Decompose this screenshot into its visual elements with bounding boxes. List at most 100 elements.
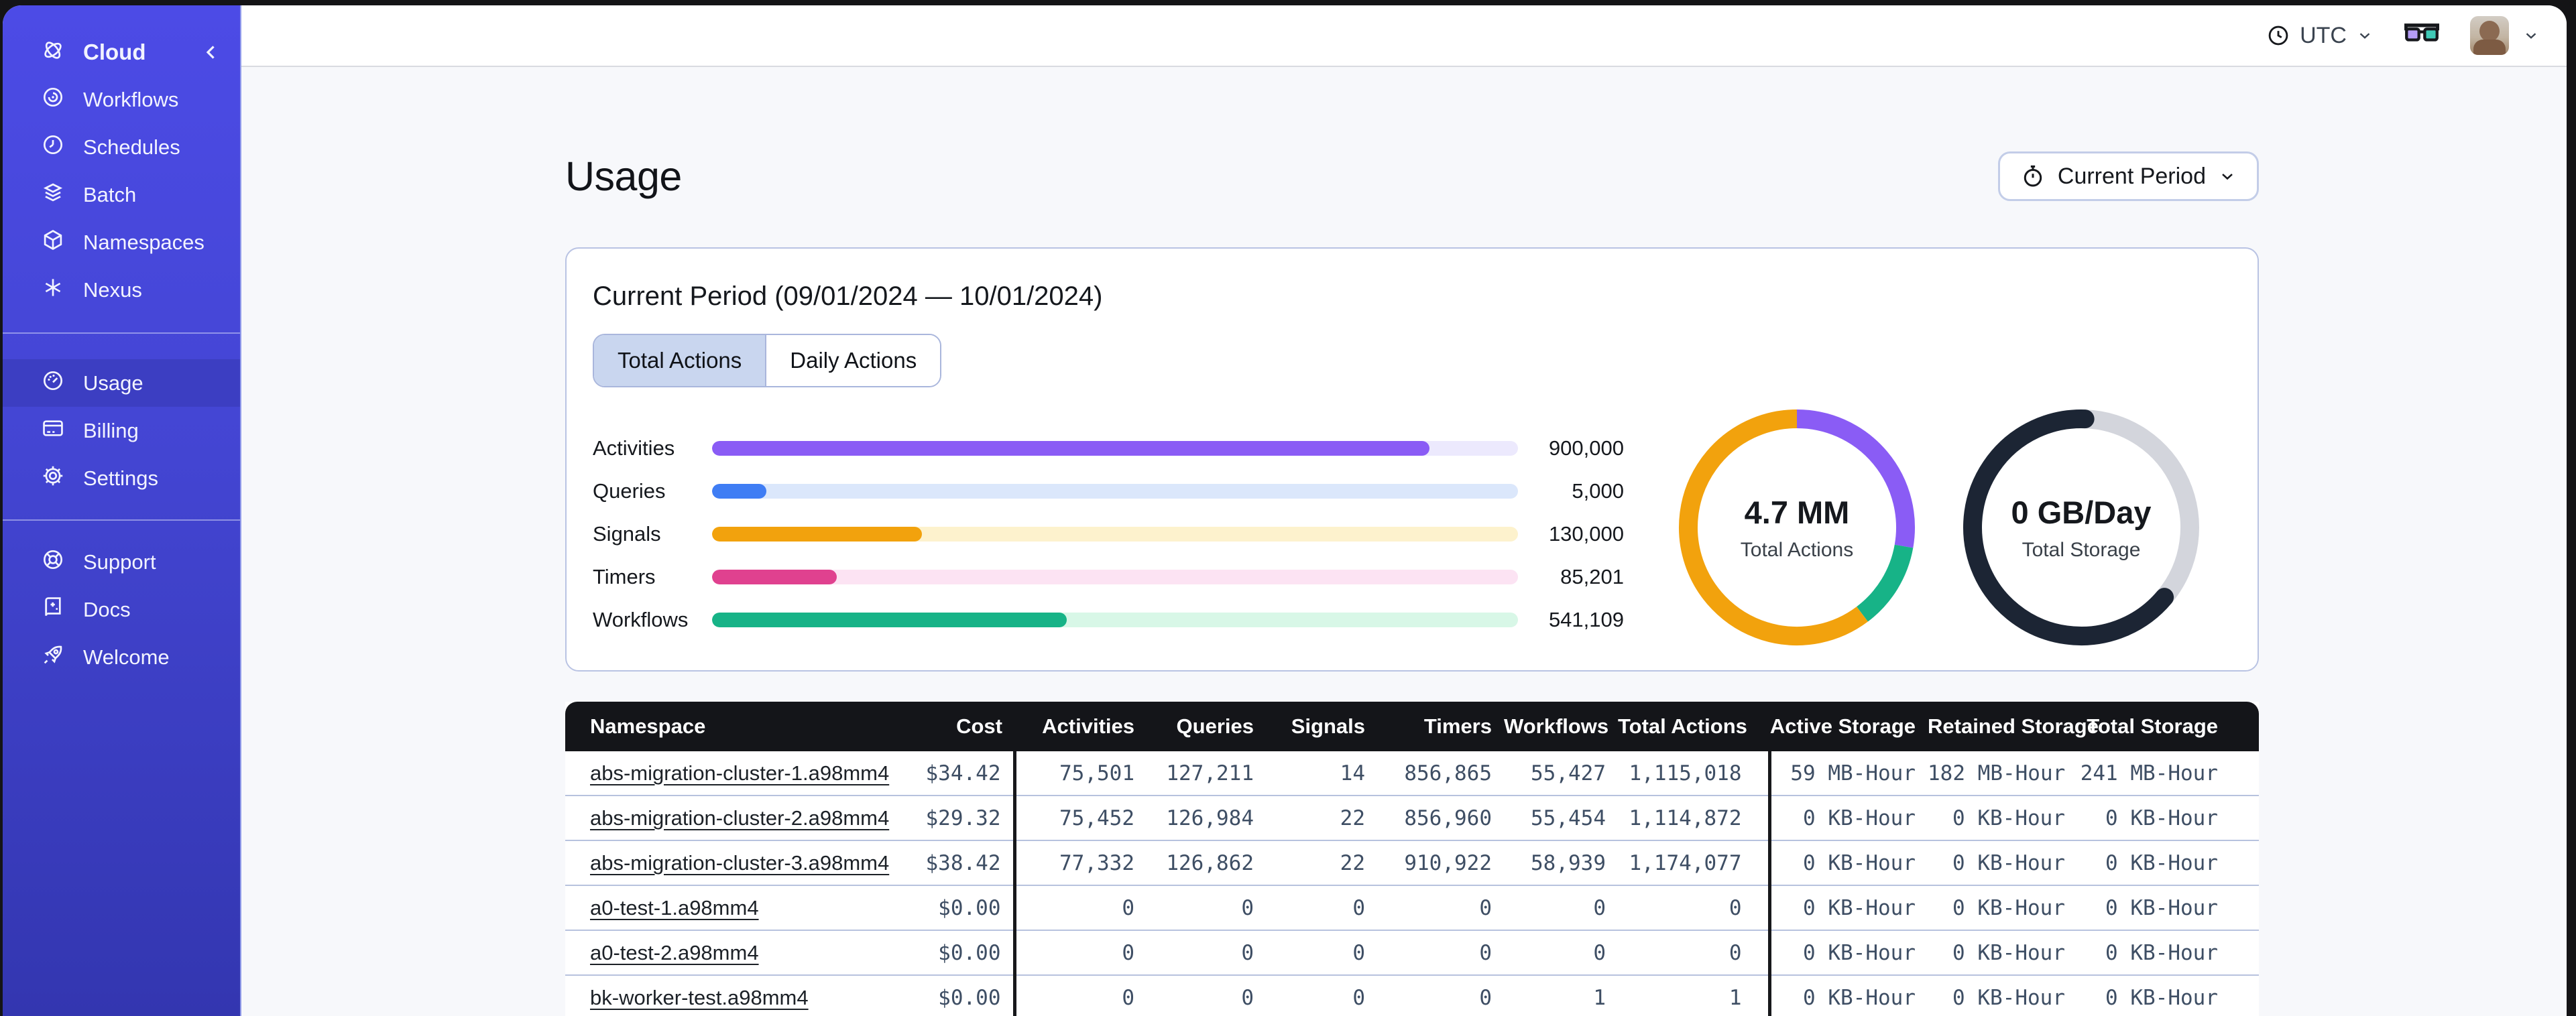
namespace-link[interactable]: a0-test-2.a98mm4 bbox=[590, 941, 759, 964]
table-row: abs-migration-cluster-3.a98mm4 $38.42 77… bbox=[565, 840, 2259, 885]
timezone-selector[interactable]: UTC bbox=[2266, 23, 2374, 49]
bar-row-queries: Queries 5,000 bbox=[593, 470, 1624, 513]
cell-cost: $34.42 bbox=[925, 761, 1001, 785]
cell-active-storage: 0 KB-Hour bbox=[1767, 930, 1928, 975]
sidebar-item-workflows[interactable]: Workflows bbox=[3, 76, 240, 123]
cell-total-actions: 1,174,077 bbox=[1629, 850, 1742, 875]
sidebar-item-label: Nexus bbox=[83, 277, 142, 302]
avatar[interactable] bbox=[2470, 16, 2509, 55]
bar-track bbox=[712, 527, 1518, 542]
sidebar-item-schedules[interactable]: Schedules bbox=[3, 123, 240, 171]
sidebar-item-settings[interactable]: Settings bbox=[3, 454, 240, 502]
bar-value: 85,201 bbox=[1560, 565, 1624, 588]
table-row: a0-test-2.a98mm4 $0.00 0 0 0 0 0 0 0 KB-… bbox=[565, 930, 2259, 975]
user-menu[interactable] bbox=[2470, 16, 2540, 55]
cell-signals: 22 bbox=[1340, 806, 1365, 830]
cell-total-actions: 0 bbox=[1729, 895, 1742, 920]
bar-fill bbox=[712, 527, 922, 542]
period-selector-button[interactable]: Current Period bbox=[1997, 151, 2259, 201]
chevron-down-icon bbox=[2526, 33, 2536, 39]
sidebar-item-welcome[interactable]: Welcome bbox=[3, 633, 240, 681]
donut-center: 4.7 MM Total Actions bbox=[1676, 407, 1918, 648]
bar-row-timers: Timers 85,201 bbox=[593, 556, 1624, 598]
bar-track bbox=[712, 484, 1518, 499]
labs-toggle-button[interactable] bbox=[2404, 22, 2439, 49]
tab-daily-actions[interactable]: Daily Actions bbox=[765, 335, 941, 386]
cell-total-storage: 241 MB-Hour bbox=[2080, 761, 2218, 785]
cell-total-actions: 1 bbox=[1729, 985, 1742, 1010]
cell-workflows: 0 bbox=[1593, 895, 1606, 920]
settings-icon bbox=[40, 463, 66, 494]
sidebar-collapse-button[interactable] bbox=[200, 41, 223, 64]
support-icon bbox=[40, 547, 66, 578]
cell-active-storage: 0 KB-Hour bbox=[1767, 796, 1928, 840]
sidebar-item-billing[interactable]: Billing bbox=[3, 407, 240, 454]
sidebar-item-label: Billing bbox=[83, 418, 139, 442]
donut-value: 0 GB/Day bbox=[2011, 494, 2152, 530]
sidebar-item-usage[interactable]: Usage bbox=[3, 359, 240, 407]
bar-value: 900,000 bbox=[1548, 436, 1624, 460]
app-window: Cloud Workflows Schedules Batch Namespac… bbox=[3, 5, 2567, 1016]
namespace-link[interactable]: a0-test-1.a98mm4 bbox=[590, 896, 759, 919]
sidebar-logo-row: Cloud bbox=[3, 28, 240, 76]
timezone-label: UTC bbox=[2300, 22, 2347, 48]
cell-retained-storage: 0 KB-Hour bbox=[1952, 940, 2065, 965]
column-header-cost: Cost bbox=[907, 702, 1014, 751]
sidebar-item-label: Usage bbox=[83, 371, 143, 395]
cell-activities: 0 bbox=[1012, 885, 1147, 930]
table-row: abs-migration-cluster-1.a98mm4 $34.42 75… bbox=[565, 751, 2259, 796]
column-header-total-actions: Total Actions bbox=[1618, 702, 1769, 751]
chevron-left-icon bbox=[206, 45, 215, 59]
cell-cost: $38.42 bbox=[925, 850, 1001, 875]
cell-signals: 14 bbox=[1340, 761, 1365, 785]
sidebar-item-label: Settings bbox=[83, 466, 159, 490]
cell-total-actions: 0 bbox=[1729, 940, 1742, 965]
cell-signals: 0 bbox=[1352, 985, 1365, 1010]
cell-timers: 910,922 bbox=[1404, 850, 1492, 875]
cell-cost: $0.00 bbox=[938, 985, 1001, 1010]
cell-workflows: 55,427 bbox=[1531, 761, 1606, 785]
stopwatch-icon bbox=[2024, 165, 2042, 187]
chevron-down-icon bbox=[2222, 174, 2233, 180]
column-header-signals: Signals bbox=[1266, 702, 1377, 751]
tab-total-actions[interactable]: Total Actions bbox=[594, 335, 766, 386]
page-header: Usage Current Period bbox=[565, 151, 2259, 201]
glasses-icon bbox=[2404, 23, 2439, 42]
column-header-activities: Activities bbox=[1014, 702, 1147, 751]
column-header-namespace: Namespace bbox=[565, 702, 907, 751]
table-body: abs-migration-cluster-1.a98mm4 $34.42 75… bbox=[565, 751, 2259, 1016]
bar-track bbox=[712, 441, 1518, 456]
namespace-link[interactable]: abs-migration-cluster-2.a98mm4 bbox=[590, 806, 889, 830]
cell-active-storage: 59 MB-Hour bbox=[1767, 751, 1928, 796]
cell-signals: 0 bbox=[1352, 895, 1365, 920]
cell-total-storage: 0 KB-Hour bbox=[2105, 985, 2218, 1010]
sidebar-item-label: Welcome bbox=[83, 645, 170, 669]
donut-total-storage: 0 GB/Day Total Storage bbox=[1960, 407, 2202, 648]
cell-active-storage: 0 KB-Hour bbox=[1767, 975, 1928, 1016]
cell-activities: 77,332 bbox=[1012, 840, 1147, 885]
temporal-logo-icon bbox=[40, 38, 66, 66]
cell-total-actions: 1,115,018 bbox=[1629, 761, 1742, 785]
sidebar-item-nexus[interactable]: Nexus bbox=[3, 266, 240, 314]
sidebar-divider bbox=[3, 332, 240, 334]
page-title: Usage bbox=[565, 153, 682, 199]
sidebar-item-namespaces[interactable]: Namespaces bbox=[3, 218, 240, 266]
bar-value: 541,109 bbox=[1548, 608, 1624, 631]
namespace-link[interactable]: abs-migration-cluster-3.a98mm4 bbox=[590, 851, 889, 875]
welcome-icon bbox=[40, 642, 66, 673]
sidebar-item-batch[interactable]: Batch bbox=[3, 171, 240, 218]
donut-charts: 4.7 MM Total Actions 0 GB/Day Total Stor… bbox=[1676, 407, 2202, 648]
namespace-link[interactable]: abs-migration-cluster-1.a98mm4 bbox=[590, 761, 889, 785]
bar-label: Timers bbox=[593, 565, 656, 588]
sidebar-item-docs[interactable]: Docs bbox=[3, 586, 240, 633]
card-title: Current Period (09/01/2024 — 10/01/2024) bbox=[593, 281, 1103, 311]
column-header-workflows: Workflows bbox=[1504, 702, 1618, 751]
cell-total-actions: 1,114,872 bbox=[1629, 806, 1742, 830]
batch-icon bbox=[40, 180, 66, 210]
namespace-link[interactable]: bk-worker-test.a98mm4 bbox=[590, 986, 809, 1009]
column-header-retained-storage: Retained Storage bbox=[1928, 702, 2099, 751]
cell-timers: 856,865 bbox=[1404, 761, 1492, 785]
bar-row-activities: Activities 900,000 bbox=[593, 427, 1624, 470]
schedules-icon bbox=[40, 132, 66, 163]
sidebar-item-support[interactable]: Support bbox=[3, 538, 240, 586]
